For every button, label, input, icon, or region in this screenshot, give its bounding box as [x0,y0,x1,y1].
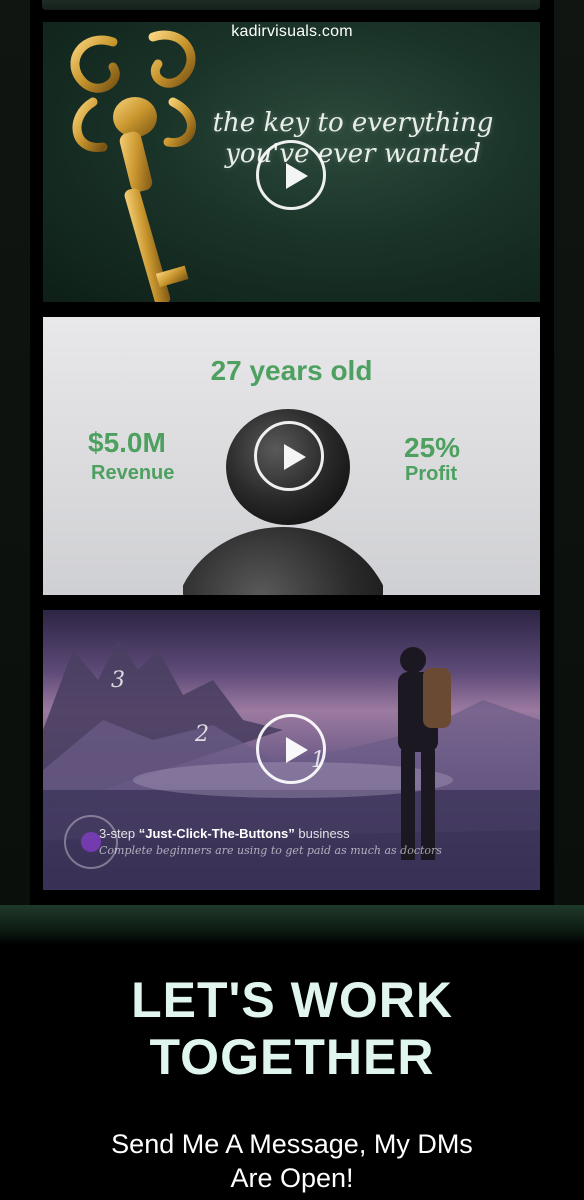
profit-value: 25% [404,432,461,463]
previous-card-edge [42,0,540,10]
left-rail [0,0,30,905]
revenue-label: Revenue [91,462,175,484]
course-title-suffix: business [294,826,350,841]
cta-subtext: Send Me A Message, My DMs Are Open! [50,1127,534,1195]
cta-subtext-line-2: Are Open! [230,1163,354,1193]
cta-heading-line-2: TOGETHER [149,1029,435,1085]
step-number: 3 [111,668,125,693]
profit-label: Profit [405,463,458,485]
course-title-prefix: 3-step [99,826,139,841]
section-divider [0,905,584,945]
step-number: 2 [195,722,209,747]
cta-heading-line-1: LET'S WORK [131,972,453,1028]
video-thumbnail-key[interactable]: the key to everything you've ever wanted [43,22,540,302]
cta-heading: LET'S WORK TOGETHER [0,972,584,1086]
play-icon[interactable] [256,140,326,210]
course-title: 3-step “Just-Click-The-Buttons” business [99,826,350,841]
play-icon[interactable] [254,421,324,491]
video-thumbnail-mountain[interactable]: 3 2 1 3-step “Just-Click-The-Buttons” bu… [43,610,540,890]
cta-subtext-line-1: Send Me A Message, My DMs [111,1129,473,1159]
portfolio-page: kadirvisuals.com the key to everything y… [0,0,584,1200]
play-icon[interactable] [256,714,326,784]
video-headline: the key to everything you've ever wanted [183,108,523,170]
video-thumbnail-stats[interactable]: 27 years old $5.0M Revenue 25% Profit [43,317,540,595]
course-subtitle: Complete beginners are using to get paid… [99,844,442,857]
revenue-value: $5.0M [88,427,166,458]
age-stat: 27 years old [210,355,373,386]
course-title-bold: “Just-Click-The-Buttons” [138,826,295,841]
right-rail [554,0,584,905]
headline-line-1: the key to everything [212,108,494,138]
headline-line-2: you've ever wanted [225,139,481,169]
domain-watermark: kadirvisuals.com [231,23,353,40]
